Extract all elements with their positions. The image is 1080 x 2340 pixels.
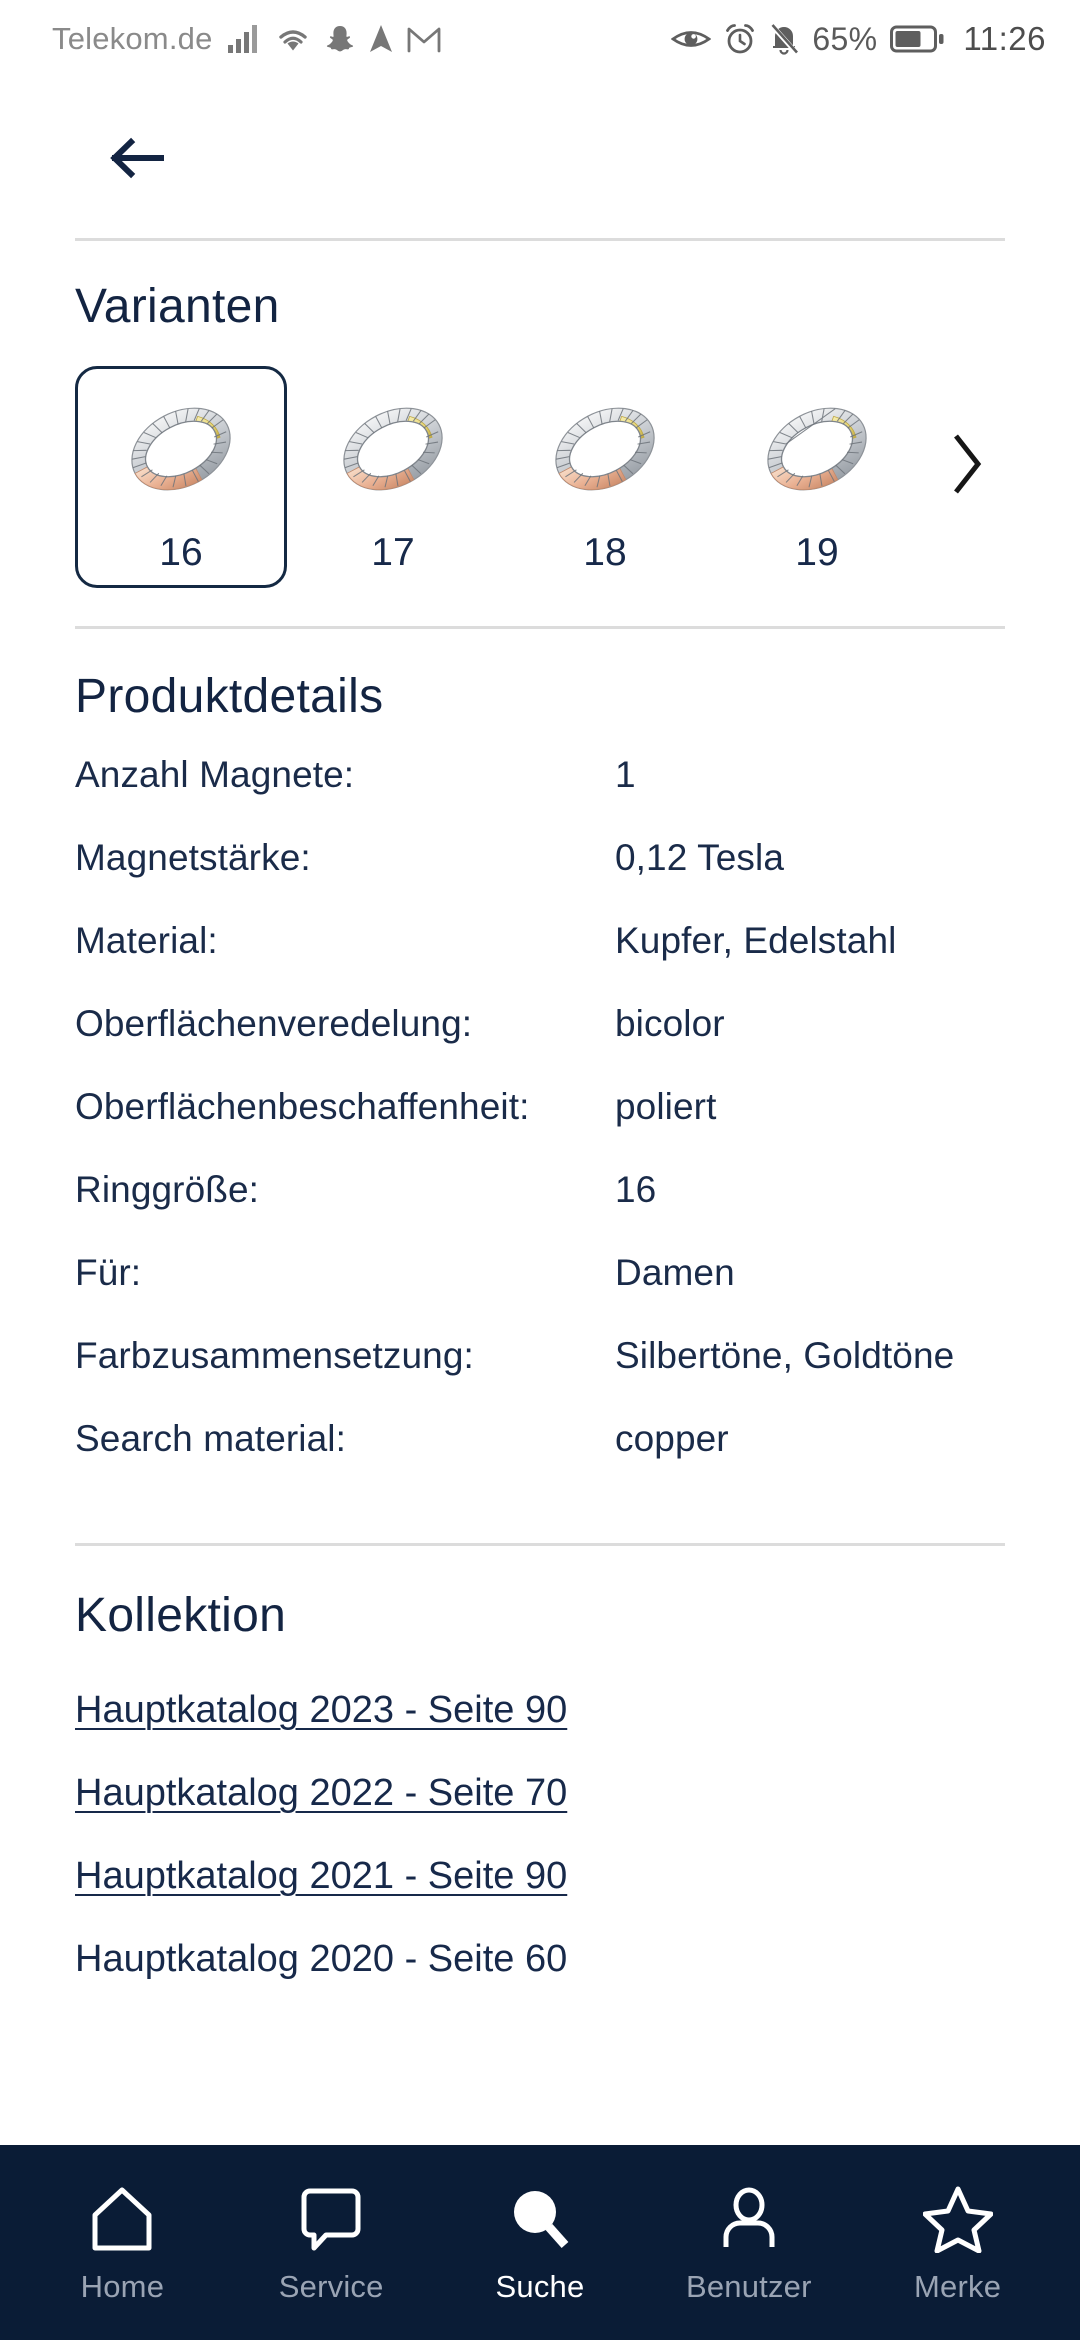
ring-thumbnail (530, 387, 680, 511)
back-arrow-icon (110, 137, 164, 179)
detail-label: Oberflächenbeschaffenheit: (75, 1086, 530, 1127)
clock-label: 11:26 (963, 20, 1046, 57)
product-details-table: Anzahl Magnete: 1 Magnetstärke: 0,12 Tes… (75, 754, 1005, 1501)
varianten-section: Varianten 16 17 18 19 (0, 241, 1080, 588)
nav-item-suche[interactable]: Suche (436, 2145, 645, 2340)
bottom-navigation-bar: Home Service Suche Benutzer Merke (0, 2145, 1080, 2340)
status-bar-left: Telekom.de (52, 21, 441, 57)
snapchat-icon (326, 26, 353, 52)
app-header (0, 78, 1080, 238)
nav-label: Home (80, 2269, 165, 2304)
kollektion-section: Kollektion Hauptkatalog 2023 - Seite 90 … (0, 1546, 1080, 2001)
nav-item-benutzer[interactable]: Benutzer (644, 2145, 853, 2340)
variant-label: 19 (795, 531, 839, 574)
ring-thumbnail (742, 387, 892, 511)
nav-item-home[interactable]: Home (18, 2145, 227, 2340)
detail-label: Material: (75, 920, 218, 961)
search-icon (507, 2183, 573, 2255)
collection-link[interactable]: Hauptkatalog 2022 - Seite 70 (75, 1752, 1005, 1835)
bell-muted-icon (770, 23, 799, 55)
kollektion-title: Kollektion (75, 1589, 287, 1642)
ring-image-icon (131, 407, 231, 491)
chat-bubble-icon (298, 2183, 364, 2255)
produktdetails-title: Produktdetails (75, 670, 384, 723)
gmail-icon (407, 27, 440, 53)
detail-value: 16 (615, 1169, 657, 1210)
ring-image-icon (767, 407, 867, 491)
detail-value: 0,12 Tesla (615, 837, 784, 878)
navigation-icon (369, 25, 392, 52)
eye-icon (671, 31, 712, 47)
detail-row: Material: Kupfer, Edelstahl (75, 920, 1005, 1003)
detail-value: copper (615, 1418, 729, 1459)
detail-label: Oberflächenveredelung: (75, 1003, 473, 1044)
detail-value: Silbertöne, Goldtöne (615, 1335, 955, 1376)
chevron-right-icon (954, 434, 982, 494)
scroll-content[interactable]: Varianten 16 17 18 19 Produktdetails Anz… (0, 238, 1080, 2145)
detail-value: Kupfer, Edelstahl (615, 920, 897, 961)
collection-link[interactable]: Hauptkatalog 2021 - Seite 90 (75, 1835, 1005, 1918)
collection-link[interactable]: Hauptkatalog 2020 - Seite 60 (75, 1918, 1005, 2001)
variant-label: 17 (371, 531, 415, 574)
variant-next-button[interactable] (927, 414, 1005, 514)
nav-label: Service (278, 2269, 384, 2304)
detail-row: Ringgröße: 16 (75, 1169, 1005, 1252)
nav-item-service[interactable]: Service (227, 2145, 436, 2340)
detail-row: Magnetstärke: 0,12 Tesla (75, 837, 1005, 920)
detail-label: Search material: (75, 1418, 346, 1459)
detail-row: Für: Damen (75, 1252, 1005, 1335)
nav-label: Merke (914, 2269, 1002, 2304)
detail-label: Magnetstärke: (75, 837, 311, 878)
ring-image-icon (555, 407, 655, 491)
variant-option-17[interactable]: 17 (287, 366, 499, 588)
collection-link[interactable]: Hauptkatalog 2023 - Seite 90 (75, 1669, 1005, 1752)
nav-label: Benutzer (685, 2269, 812, 2304)
ring-image-icon (343, 407, 443, 491)
detail-row: Anzahl Magnete: 1 (75, 754, 1005, 837)
detail-value: 1 (615, 754, 636, 795)
detail-label: Anzahl Magnete: (75, 754, 355, 795)
detail-label: Farbzusammensetzung: (75, 1335, 474, 1376)
status-bar: Telekom.de 65% 11:26 (0, 0, 1080, 78)
detail-value: poliert (615, 1086, 717, 1127)
detail-label: Ringgröße: (75, 1169, 260, 1210)
produktdetails-section: Produktdetails Anzahl Magnete: 1 Magnets… (0, 629, 1080, 1501)
home-icon (89, 2183, 155, 2255)
variant-strip[interactable]: 16 17 18 19 (75, 366, 1005, 588)
carrier-label: Telekom.de (52, 21, 213, 56)
nav-item-merke[interactable]: Merke (853, 2145, 1062, 2340)
wifi-icon (278, 30, 307, 51)
ring-thumbnail (106, 387, 256, 511)
variant-option-18[interactable]: 18 (499, 366, 711, 588)
star-icon (922, 2183, 993, 2255)
signal-icon (227, 25, 257, 53)
nav-label: Suche (495, 2269, 585, 2304)
back-button[interactable] (94, 115, 180, 201)
status-bar-right: 65% 11:26 (671, 20, 1046, 58)
ring-thumbnail (318, 387, 468, 511)
variant-option-16[interactable]: 16 (75, 366, 287, 588)
detail-label: Für: (75, 1252, 142, 1293)
battery-percent-label: 65% (812, 20, 878, 57)
detail-value: Damen (615, 1252, 735, 1293)
detail-row: Farbzusammensetzung: Silbertöne, Goldtön… (75, 1335, 1005, 1418)
detail-value: bicolor (615, 1003, 725, 1044)
variant-label: 16 (159, 531, 203, 574)
detail-row: Oberflächenveredelung: bicolor (75, 1003, 1005, 1086)
variant-option-19[interactable]: 19 (711, 366, 923, 588)
alarm-icon (726, 24, 755, 54)
detail-row: Search material: copper (75, 1418, 1005, 1501)
detail-row: Oberflächenbeschaffenheit: poliert (75, 1086, 1005, 1169)
variant-label: 18 (583, 531, 627, 574)
battery-icon (890, 25, 944, 53)
user-icon (716, 2183, 782, 2255)
varianten-title: Varianten (75, 280, 280, 333)
